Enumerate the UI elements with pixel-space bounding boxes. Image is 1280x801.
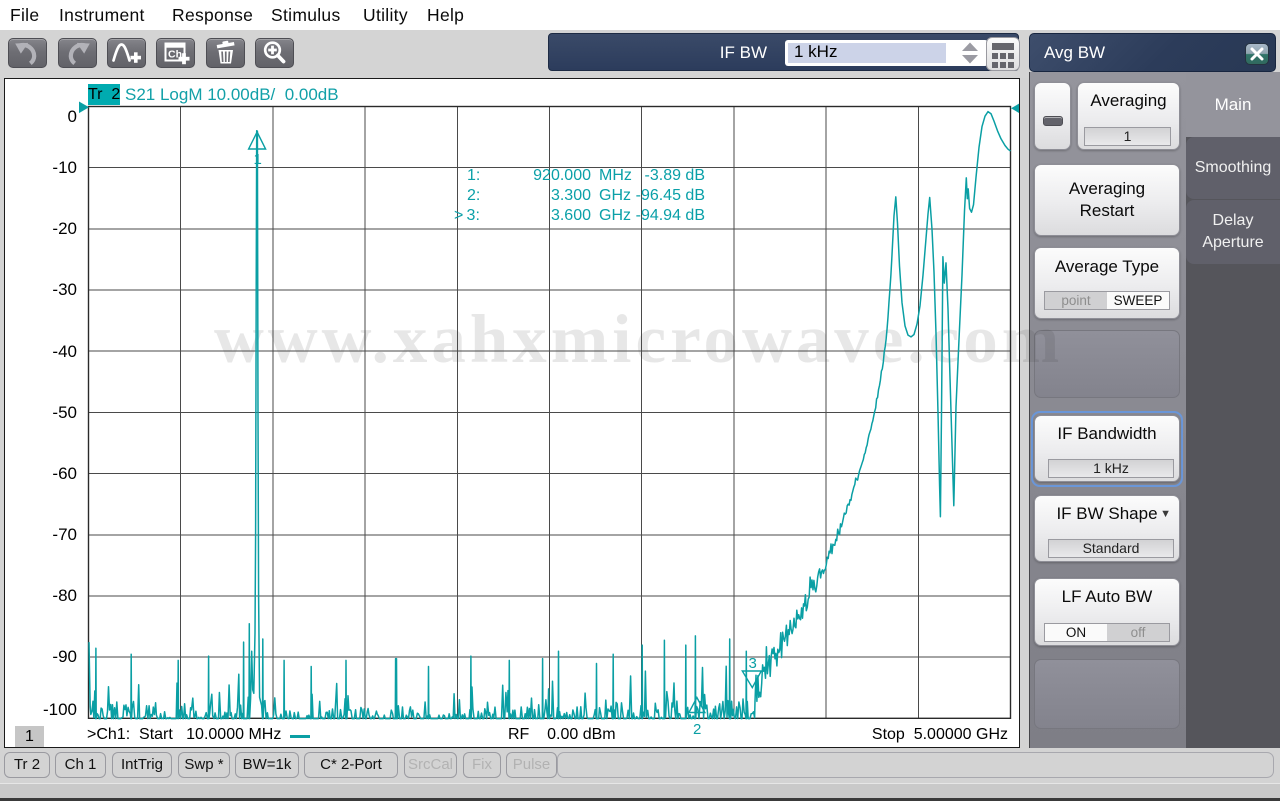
svg-text:1: 1 (254, 151, 262, 168)
svg-text:3: 3 (749, 655, 757, 672)
